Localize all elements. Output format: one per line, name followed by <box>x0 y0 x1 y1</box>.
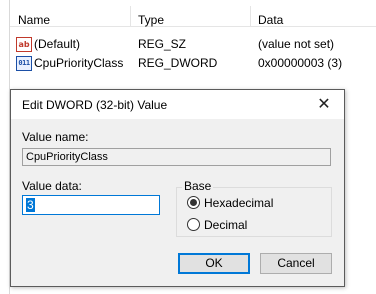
base-groupbox <box>176 187 332 237</box>
list-item[interactable]: ab (Default) REG_SZ (value not set) <box>10 34 376 53</box>
column-divider[interactable] <box>250 6 251 26</box>
ok-button[interactable]: OK <box>178 253 250 274</box>
value-data-label: Value data: <box>22 179 82 193</box>
dialog-title: Edit DWORD (32-bit) Value <box>22 98 168 112</box>
radio-selected-dot <box>190 199 197 206</box>
hexadecimal-radio[interactable] <box>187 196 200 209</box>
base-group-label: Base <box>182 179 214 193</box>
column-divider[interactable] <box>130 6 131 26</box>
value-data: 0x00000003 (3) <box>258 56 343 70</box>
cancel-button[interactable]: Cancel <box>260 253 332 274</box>
close-icon[interactable]: ✕ <box>304 90 344 119</box>
edit-dword-dialog: Edit DWORD (32-bit) Value ✕ Value name: … <box>10 89 345 287</box>
dialog-titlebar[interactable]: Edit DWORD (32-bit) Value ✕ <box>11 90 344 119</box>
list-header: Name Type Data <box>10 0 376 27</box>
value-data: (value not set) <box>258 37 335 51</box>
string-value-icon: ab <box>16 37 32 52</box>
binary-value-icon: 011 <box>16 56 32 71</box>
column-header-name[interactable]: Name <box>18 13 50 27</box>
list-item[interactable]: 011 CpuPriorityClass REG_DWORD 0x0000000… <box>10 53 376 72</box>
decimal-radio[interactable] <box>187 218 200 231</box>
value-data-input[interactable]: 3 <box>22 195 160 215</box>
decimal-label[interactable]: Decimal <box>204 218 247 232</box>
value-name: (Default) <box>34 37 81 51</box>
value-name-label: Value name: <box>22 130 89 144</box>
value-type: REG_SZ <box>138 37 187 51</box>
column-header-type[interactable]: Type <box>138 13 164 27</box>
hexadecimal-label[interactable]: Hexadecimal <box>204 196 273 210</box>
value-name: CpuPriorityClass <box>34 56 124 70</box>
column-header-data[interactable]: Data <box>258 13 283 27</box>
value-data-text: 3 <box>26 198 35 212</box>
value-type: REG_DWORD <box>138 56 218 70</box>
value-name-field: CpuPriorityClass <box>22 148 331 166</box>
tree-pane-edge <box>0 0 10 294</box>
